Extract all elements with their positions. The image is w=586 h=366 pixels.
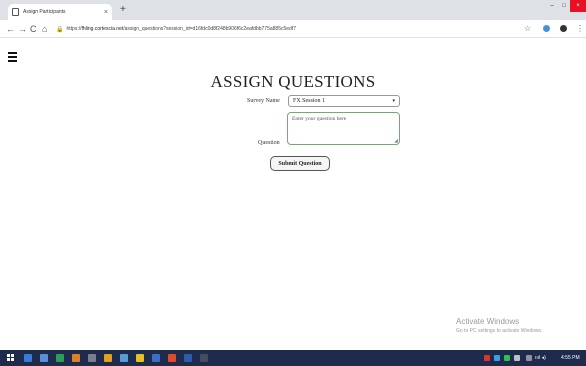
app-icon[interactable] xyxy=(120,354,128,362)
activate-windows-subtitle: Go to PC settings to activate Windows. xyxy=(456,328,543,334)
tray-signal-volume[interactable]: ıııl ◂) xyxy=(535,354,546,362)
chrome-icon[interactable] xyxy=(168,354,176,362)
app-icon[interactable] xyxy=(152,354,160,362)
app-icon[interactable] xyxy=(56,354,64,362)
minimize-button[interactable]: – xyxy=(546,0,558,12)
page-title: ASSIGN QUESTIONS xyxy=(210,72,376,91)
ie-icon[interactable] xyxy=(24,354,32,362)
tab-strip: Assign Participants × + – □ × xyxy=(0,0,586,20)
page-content: ASSIGN QUESTIONS Survey Name FX Session … xyxy=(0,38,586,350)
app-icon[interactable] xyxy=(88,354,96,362)
app-icon[interactable] xyxy=(40,354,48,362)
survey-selected-value: FX Session 1 xyxy=(293,98,326,104)
tray-app-icon[interactable] xyxy=(514,355,520,361)
reload-icon[interactable]: C xyxy=(30,22,37,36)
close-window-button[interactable]: × xyxy=(570,0,586,12)
activate-windows-title: Activate Windows xyxy=(456,317,520,326)
browser-tab[interactable]: Assign Participants × xyxy=(8,4,112,20)
tab-close-icon[interactable]: × xyxy=(104,9,108,16)
tab-title: Assign Participants xyxy=(23,9,66,15)
page-icon xyxy=(12,8,19,16)
tray-app-icon[interactable] xyxy=(494,355,500,361)
app-icon[interactable] xyxy=(200,354,208,362)
question-placeholder: Enter your question here xyxy=(292,116,347,122)
hamburger-menu-icon[interactable] xyxy=(8,52,17,64)
browser-toolbar: ← → C ⌂ 🔒 https://fhling.cortexcia.net/a… xyxy=(0,20,586,38)
app-icon[interactable] xyxy=(136,354,144,362)
home-icon[interactable]: ⌂ xyxy=(42,22,47,36)
submit-question-button[interactable]: Submit Question xyxy=(270,156,330,171)
windows-start-icon[interactable] xyxy=(7,354,15,362)
window-controls: – □ × xyxy=(546,0,586,12)
tray-app-icon[interactable] xyxy=(504,355,510,361)
folder-icon[interactable] xyxy=(104,354,112,362)
resize-handle-icon[interactable]: ◢ xyxy=(394,139,398,144)
address-bar[interactable]: 🔒 https://fhling.cortexcia.net/assign_qu… xyxy=(56,22,512,36)
windows-taskbar: ıııl ◂) 4:55 PM xyxy=(0,350,586,366)
forward-arrow-icon[interactable]: → xyxy=(18,22,27,36)
maximize-button[interactable]: □ xyxy=(558,0,570,12)
browser-window: Assign Participants × + – □ × ← → C ⌂ 🔒 … xyxy=(0,0,586,366)
new-tab-button[interactable]: + xyxy=(120,4,126,16)
app-icon[interactable] xyxy=(184,354,192,362)
lock-icon: 🔒 xyxy=(56,26,64,33)
survey-name-label: Survey Name xyxy=(247,98,280,104)
tray-app-icon[interactable] xyxy=(526,355,532,361)
profile-avatar-icon[interactable] xyxy=(560,25,567,32)
question-textarea[interactable]: Enter your question here ◢ xyxy=(287,112,400,145)
url-text: https://fhling.cortexcia.net/assign_ques… xyxy=(66,26,296,32)
tray-app-icon[interactable] xyxy=(484,355,490,361)
chevron-down-icon: ▾ xyxy=(392,99,395,104)
app-icon[interactable] xyxy=(72,354,80,362)
survey-name-select[interactable]: FX Session 1 ▾ xyxy=(288,95,400,107)
extension-icon[interactable] xyxy=(543,25,550,32)
question-label: Question xyxy=(258,140,280,146)
back-arrow-icon[interactable]: ← xyxy=(6,22,15,36)
bookmark-star-icon[interactable]: ☆ xyxy=(524,22,531,36)
browser-menu-icon[interactable]: ⋮ xyxy=(576,22,584,36)
taskbar-clock[interactable]: 4:55 PM xyxy=(561,354,580,362)
